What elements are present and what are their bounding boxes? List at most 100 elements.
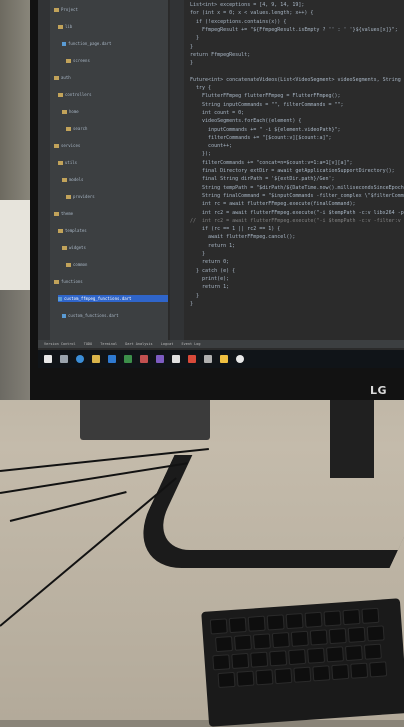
code-line[interactable]: FlutterFFmpeg flutterFFmpeg = FlutterFFm… [190, 93, 340, 100]
code-line[interactable]: } [190, 293, 199, 300]
code-line[interactable]: final String dirPath = '${extDir.path}/G… [190, 176, 334, 183]
code-line[interactable]: } [190, 251, 205, 258]
code-line[interactable]: filterCommands += "[$count:v][$count:a]"… [190, 135, 331, 142]
tab-event-log[interactable]: Event Log [182, 342, 201, 346]
windows-start-icon[interactable] [44, 355, 52, 363]
code-line[interactable]: count++; [190, 143, 232, 150]
tree-item-label: controllers [65, 92, 92, 97]
file-explorer-icon[interactable] [92, 355, 100, 363]
code-line[interactable]: int rc = await flutterFFmpeg.execute(fin… [190, 201, 356, 208]
chrome-icon[interactable] [236, 355, 244, 363]
dart-file-icon [62, 42, 66, 46]
code-line[interactable]: } [190, 44, 193, 51]
code-line[interactable]: try { [190, 85, 211, 92]
code-line[interactable]: filterCommands += "concat=n=$count:v=1:a… [190, 160, 353, 167]
tab-dart-analysis[interactable]: Dart Analysis [125, 342, 152, 346]
keyboard-key [228, 616, 247, 634]
tree-item[interactable]: widgets [62, 244, 86, 251]
keyboard-key [231, 652, 250, 670]
code-line[interactable]: return 1; [190, 284, 229, 291]
code-line[interactable]: await flutterFFmpeg.cancel(); [190, 234, 295, 241]
code-line[interactable]: if (!exceptions.contains(x)) { [190, 19, 286, 26]
tree-item-label: utils [65, 160, 78, 165]
code-editor: List<int> exceptions = [4, 9, 14, 19]; fo… [170, 0, 404, 346]
folder-icon [58, 25, 63, 29]
code-line[interactable]: List<int> exceptions = [4, 9, 14, 19]; [190, 2, 304, 9]
code-line[interactable]: String inputCommands = "", filterCommand… [190, 102, 344, 109]
code-line[interactable]: Future<int> concatenateVideos(List<Video… [190, 77, 401, 84]
code-line[interactable]: final Directory extDir = await getApplic… [190, 168, 395, 175]
code-line[interactable]: return 1; [190, 243, 235, 250]
code-line[interactable]: // int rc2 = await flutterFFmpeg.execute… [190, 218, 401, 225]
tree-item-label: providers [73, 194, 95, 199]
project-tree-panel: Project lib function_page.dartscreens auth c… [38, 0, 169, 346]
app-icon[interactable] [156, 355, 164, 363]
tree-item[interactable]: Project [54, 6, 78, 13]
keyboard-key [271, 632, 290, 649]
keyboard-key [342, 609, 361, 626]
folder-icon [66, 263, 71, 267]
code-line[interactable]: } [190, 35, 199, 42]
code-line[interactable]: int rc2 = await flutterFFmpeg.execute("-… [190, 210, 404, 217]
tree-item[interactable]: custom_functions.dart [62, 312, 119, 319]
tab-terminal[interactable]: Terminal [100, 342, 117, 346]
folder-icon [62, 246, 67, 250]
tree-item[interactable]: common [66, 261, 87, 268]
tree-item[interactable]: templates [58, 227, 87, 234]
tree-item[interactable]: providers [66, 193, 95, 200]
tree-item[interactable]: auth [54, 74, 71, 81]
keyboard-key [293, 666, 312, 683]
code-line[interactable]: FfmpegResult += "${FfmpegResult.isEmpty … [190, 27, 398, 34]
app-icon[interactable] [188, 355, 196, 363]
tab-logcat[interactable]: Logcat [161, 342, 174, 346]
folder-icon [54, 144, 59, 148]
keyboard-key [236, 670, 255, 687]
folder-icon [54, 8, 59, 12]
tree-item[interactable]: screens [66, 57, 90, 64]
code-line[interactable]: inputCommands += " -i ${element.videoPat… [190, 127, 340, 134]
tree-item[interactable]: functions [54, 278, 83, 285]
tree-item[interactable]: theme [54, 210, 73, 217]
code-line[interactable]: print(e); [190, 276, 229, 283]
code-line[interactable]: int count = 0; [190, 110, 244, 117]
tree-item[interactable]: controllers [58, 91, 92, 98]
code-line[interactable]: videoSegments.forEach((element) { [190, 118, 301, 125]
keyboard-key [304, 611, 323, 628]
tree-item[interactable]: search [66, 125, 87, 132]
app-icon[interactable] [220, 355, 228, 363]
editor-gutter [170, 0, 184, 346]
tree-item[interactable]: lib [58, 23, 72, 30]
app-icon[interactable] [172, 355, 180, 363]
search-icon[interactable] [60, 355, 68, 363]
code-line[interactable]: } [190, 301, 193, 308]
app-icon[interactable] [140, 355, 148, 363]
tab-todo[interactable]: TODO [84, 342, 92, 346]
code-line[interactable]: }); [190, 151, 211, 158]
android-studio-icon[interactable] [124, 355, 132, 363]
code-line[interactable]: return FfmpegResult; [190, 52, 250, 59]
tree-item[interactable]: home [62, 108, 79, 115]
tree-item-selected[interactable]: custom_ffmpeg_functions.dart [58, 295, 168, 302]
keyboard-key [209, 618, 228, 635]
keyboard-key [288, 648, 307, 666]
folder-icon [58, 229, 63, 233]
code-line[interactable]: for (int x = 0; x < values.length; x++) … [190, 10, 313, 17]
code-line[interactable]: } [190, 60, 193, 67]
code-line[interactable]: String tempPath = "$dirPath/${DateTime.n… [190, 185, 404, 192]
code-line[interactable]: } catch (e) { [190, 268, 235, 275]
tree-item[interactable]: services [54, 142, 80, 149]
code-line[interactable]: return 0; [190, 259, 229, 266]
code-line[interactable]: String finalCommand = "$inputCommands -f… [190, 193, 404, 200]
vscode-icon[interactable] [108, 355, 116, 363]
app-icon[interactable] [204, 355, 212, 363]
tree-item-label: function_page.dart [68, 41, 112, 46]
keyboard-key [250, 651, 269, 668]
tab-version-control[interactable]: Version Control [44, 342, 76, 346]
tree-item[interactable]: function_page.dart [62, 40, 111, 47]
dart-file-icon [58, 297, 62, 301]
tree-item[interactable]: models [62, 176, 83, 183]
code-line[interactable]: if (rc == 1 || rc2 == 1) { [190, 226, 280, 233]
tree-item[interactable]: utils [58, 159, 77, 166]
edge-browser-icon[interactable] [76, 355, 84, 363]
tree-item-label: widgets [69, 245, 86, 250]
